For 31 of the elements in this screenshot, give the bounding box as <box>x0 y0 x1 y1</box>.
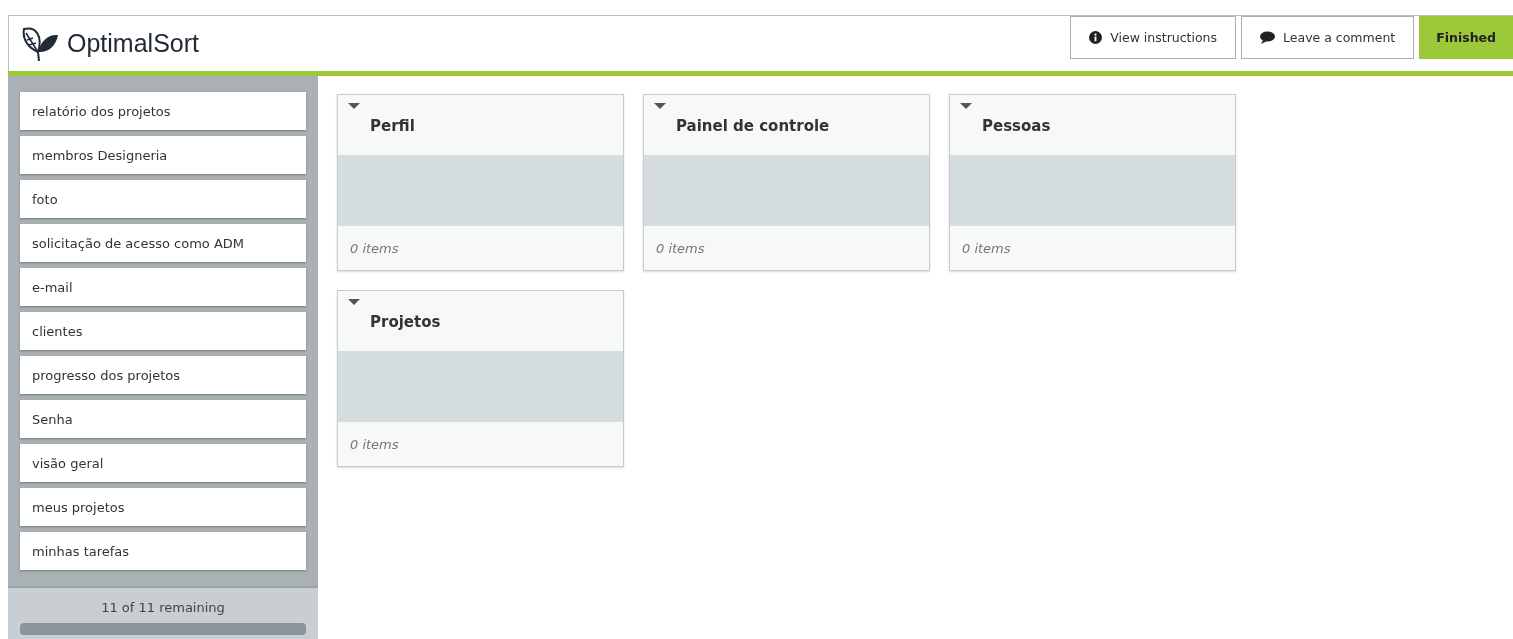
comment-button[interactable]: Leave a comment <box>1241 16 1415 59</box>
card-item[interactable]: progresso dos projetos <box>20 356 306 394</box>
card-item[interactable]: relatório dos projetos <box>20 92 306 130</box>
item-count: 0 items <box>656 240 705 256</box>
card-item[interactable]: foto <box>20 180 306 218</box>
card-item[interactable]: meus projetos <box>20 488 306 526</box>
card-item[interactable]: visão geral <box>20 444 306 482</box>
category-title: Perfil <box>370 116 415 137</box>
app-logo-text: OptimalSort <box>67 29 199 58</box>
finished-button[interactable]: Finished <box>1419 16 1513 59</box>
card-item[interactable]: minhas tarefas <box>20 532 306 570</box>
item-count: 0 items <box>350 240 399 256</box>
collapse-caret-icon[interactable] <box>348 103 360 110</box>
collapse-caret-icon[interactable] <box>348 299 360 306</box>
instructions-button[interactable]: View instructions <box>1070 16 1237 59</box>
item-count: 0 items <box>350 436 399 452</box>
category-title: Projetos <box>370 312 441 333</box>
card-item[interactable]: solicitação de acesso como ADM <box>20 224 306 262</box>
collapse-caret-icon[interactable] <box>654 103 666 110</box>
card-item[interactable]: clientes <box>20 312 306 350</box>
remaining-count: 11 of 11 remaining <box>101 600 225 615</box>
card-item[interactable]: e-mail <box>20 268 306 306</box>
info-icon <box>1089 31 1103 44</box>
item-count: 0 items <box>962 240 1011 256</box>
leaf-logo-icon <box>21 25 59 62</box>
speech-bubble-icon <box>1260 31 1276 44</box>
collapse-caret-icon[interactable] <box>960 103 972 110</box>
card-item[interactable]: membros Designeria <box>20 136 306 174</box>
category-title: Painel de controle <box>676 116 830 137</box>
category-title: Pessoas <box>982 116 1051 137</box>
card-item[interactable]: Senha <box>20 400 306 438</box>
